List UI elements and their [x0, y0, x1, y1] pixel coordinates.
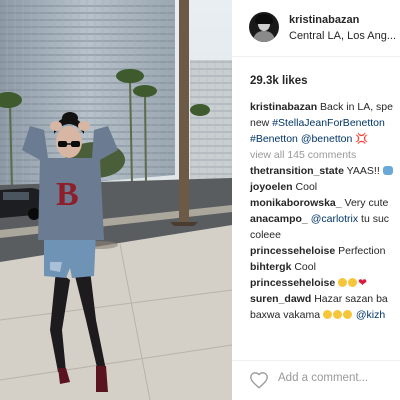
comment-item: bihtergk Cool — [250, 259, 400, 275]
comment-username[interactable]: joyoelen — [250, 181, 293, 193]
post-header: kristinabazan Central LA, Los Ang... — [232, 0, 400, 57]
add-comment-input[interactable] — [278, 372, 398, 384]
comment-username[interactable]: suren_dawd — [250, 293, 311, 305]
comment-username[interactable]: princesseheloise — [250, 277, 335, 289]
comment-username[interactable]: bihtergk — [250, 261, 291, 273]
comment-text: coleee — [250, 229, 281, 241]
mention-link[interactable]: @benetton — [301, 133, 353, 145]
hashtag-link[interactable]: #StellaJeanForBenetton — [272, 117, 385, 129]
comment-text: Cool — [294, 261, 316, 273]
comment-continuation: baxwa vakama @kizh — [250, 307, 400, 323]
post-author-username[interactable]: kristinabazan — [289, 14, 359, 26]
anger-symbol-icon: 💢 — [355, 133, 369, 145]
comment-text: baxwa vakama — [250, 309, 321, 321]
post-location[interactable]: Central LA, Los Ang... — [289, 30, 396, 42]
mention-link[interactable]: @kizh — [356, 309, 385, 321]
profile-avatar[interactable] — [249, 12, 279, 42]
comment-bar — [232, 360, 400, 400]
comment-text: tu suc — [361, 213, 390, 225]
caption-line-2: new #StellaJeanForBenetton — [250, 115, 400, 131]
comment-item: monikaborowska_ Very cute — [250, 195, 400, 211]
mention-link[interactable]: @carlotrix — [311, 213, 358, 225]
emoji-icon — [338, 278, 348, 287]
view-all-comments-link[interactable]: view all 145 comments — [250, 147, 400, 163]
hashtag-link[interactable]: #Benetton — [250, 133, 298, 145]
comment-item: princesseheloise Perfection — [250, 243, 400, 259]
comment-username[interactable]: thetransition_state — [250, 165, 344, 177]
comment-continuation: coleee — [250, 227, 400, 243]
emoji-icon — [332, 310, 342, 319]
post-photo-scene: B — [0, 0, 232, 400]
comment-text: Perfection — [338, 245, 386, 257]
red-heart-icon: ❤ — [358, 277, 367, 289]
emoji-icon — [322, 310, 332, 319]
avatar-body — [253, 31, 275, 42]
comment-username[interactable]: anacampo_ — [250, 213, 308, 225]
comment-item: princesseheloise ❤ — [250, 275, 400, 291]
comment-item: anacampo_ @carlotrix tu suc — [250, 211, 400, 227]
comment-text: Hazar sazan ba — [314, 293, 388, 305]
likes-count[interactable]: 29.3k likes — [250, 75, 308, 87]
comment-item: joyoelen Cool — [250, 179, 400, 195]
avatar-hair — [255, 14, 273, 24]
caption-prefix: new — [250, 117, 273, 129]
comments-list: kristinabazan Back in LA, spe new #Stell… — [250, 99, 400, 323]
caption-text: Back in LA, spe — [320, 101, 393, 113]
emoji-icon — [382, 166, 393, 175]
emoji-icon — [342, 310, 352, 319]
post-detail-panel: kristinabazan Central LA, Los Ang... 29.… — [232, 0, 400, 400]
heart-outline-icon[interactable] — [249, 371, 269, 389]
comment-username[interactable]: monikaborowska_ — [250, 197, 342, 209]
comment-text: Very cute — [344, 197, 389, 209]
caption-username[interactable]: kristinabazan — [250, 101, 317, 113]
emoji-icon — [348, 278, 358, 287]
comment-item: suren_dawd Hazar sazan ba — [250, 291, 400, 307]
comment-username[interactable]: princesseheloise — [250, 245, 335, 257]
comment-text: YAAS!! — [346, 165, 380, 177]
comment-item: thetransition_state YAAS!! — [250, 163, 400, 179]
caption-line-3: #Benetton @benetton 💢 — [250, 131, 400, 147]
caption-line-1: kristinabazan Back in LA, spe — [250, 99, 400, 115]
comment-text: Cool — [295, 181, 318, 193]
svg-text:B: B — [56, 176, 79, 213]
post-photo[interactable]: B — [0, 0, 232, 400]
